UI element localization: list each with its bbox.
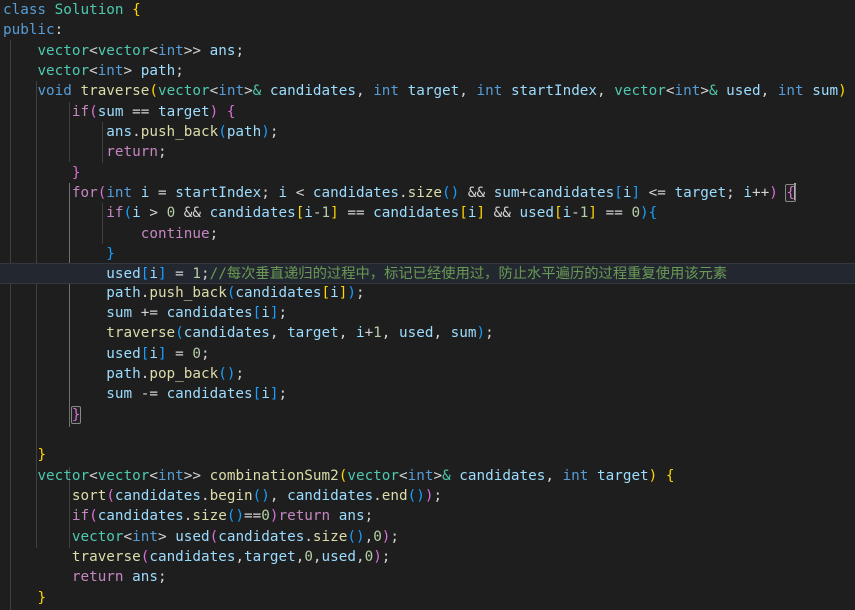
code-line-21[interactable]: } [0, 405, 855, 425]
variable-path: path [140, 62, 176, 79]
type-vector: vector [37, 467, 90, 484]
param-candidates: candidates [269, 83, 356, 100]
variable-sum: sum [97, 103, 124, 120]
function-traverse: traverse [80, 83, 150, 100]
code-line-26[interactable]: if(candidates.size()==0)return ans; [0, 506, 855, 526]
variable-used: used [175, 528, 210, 545]
keyword-void: void [37, 83, 72, 100]
variable-path: path [106, 365, 141, 382]
type-vector: vector [157, 83, 210, 100]
keyword-public: public [3, 22, 55, 39]
keyword-return: return [106, 144, 158, 161]
brace-close: } [106, 245, 115, 262]
type-vector: vector [37, 62, 90, 79]
variable-path: path [226, 123, 262, 140]
keyword-int: int [157, 42, 184, 59]
code-line-24[interactable]: vector<vector<int>> combinationSum2(vect… [0, 466, 855, 486]
keyword-continue: continue [140, 225, 210, 242]
function-size: size [312, 528, 348, 545]
function-begin: begin [209, 487, 253, 504]
type-solution: Solution [54, 2, 124, 18]
code-line-5[interactable]: void traverse(vector<int>& candidates, i… [0, 81, 855, 101]
code-line-25[interactable]: sort(candidates.begin(), candidates.end(… [0, 486, 855, 506]
matching-bracket-close: } [70, 405, 82, 424]
code-line-19[interactable]: path.pop_back(); [0, 364, 855, 384]
code-line-13[interactable]: } [0, 244, 855, 264]
code-editor[interactable]: class Solution { public: vector<vector<i… [0, 0, 855, 610]
code-line-28[interactable]: traverse(candidates,target,0,used,0); [0, 547, 855, 567]
code-line-22-empty[interactable] [0, 425, 855, 445]
variable-used: used [106, 266, 141, 283]
code-line-20[interactable]: sum -= candidates[i]; [0, 384, 855, 404]
code-line-9[interactable]: } [0, 163, 855, 183]
code-lines[interactable]: class Solution { public: vector<vector<i… [0, 0, 855, 610]
code-line-7[interactable]: ans.push_back(path); [0, 122, 855, 142]
function-push-back: push_back [140, 123, 219, 140]
variable-ans: ans [106, 123, 133, 140]
function-traverse-call: traverse [71, 548, 141, 565]
keyword-if: if [71, 103, 90, 120]
code-line-3[interactable]: vector<vector<int>> ans; [0, 41, 855, 61]
code-line-2[interactable]: public: [0, 20, 855, 40]
brace-close: } [37, 589, 47, 606]
keyword-for: for [71, 184, 98, 201]
text-cursor [794, 182, 797, 200]
function-combinationsum2: combinationSum2 [209, 467, 339, 484]
param-sum: sum [812, 83, 839, 100]
param-target: target [407, 83, 460, 100]
keyword-if: if [71, 508, 90, 525]
variable-used: used [106, 345, 141, 362]
function-sort: sort [71, 487, 107, 504]
code-line-4[interactable]: vector<int> path; [0, 61, 855, 81]
variable-sum: sum [106, 386, 133, 403]
variable-ans: ans [132, 569, 158, 586]
code-line-11[interactable]: if(i > 0 && candidates[i-1] == candidate… [0, 203, 855, 223]
param-startindex: startIndex [510, 83, 598, 100]
brace-close: } [37, 447, 47, 464]
function-push-back: push_back [149, 284, 227, 301]
code-line-6[interactable]: if(sum == target) { [0, 102, 855, 122]
variable-sum: sum [106, 304, 133, 321]
variable-path: path [106, 284, 141, 301]
code-line-12[interactable]: continue; [0, 224, 855, 244]
colon: : [54, 22, 64, 39]
keyword-if: if [106, 205, 124, 222]
type-vector: vector [71, 528, 124, 545]
code-line-27[interactable]: vector<int> used(candidates.size(),0); [0, 527, 855, 547]
code-line-18[interactable]: used[i] = 0; [0, 344, 855, 364]
function-end: end [381, 487, 408, 504]
function-traverse-call: traverse [106, 325, 176, 342]
variable-ans: ans [209, 42, 236, 59]
code-line-14-current[interactable]: used[i] = 1;//每次垂直递归的过程中，标记已经使用过，防止水平遍历的… [0, 263, 855, 284]
keyword-int: int [97, 62, 124, 79]
code-line-30[interactable]: } [0, 588, 855, 608]
param-used: used [726, 83, 761, 100]
param-target: target [597, 467, 649, 484]
variable-target: target [157, 103, 210, 120]
code-line-1[interactable]: class Solution { [0, 0, 855, 20]
code-line-10[interactable]: for(int i = startIndex; i < candidates.s… [0, 182, 855, 203]
code-line-15[interactable]: path.push_back(candidates[i]); [0, 283, 855, 303]
code-line-17[interactable]: traverse(candidates, target, i+1, used, … [0, 323, 855, 343]
keyword-class: class [3, 2, 47, 18]
code-line-16[interactable]: sum += candidates[i]; [0, 303, 855, 323]
function-size: size [407, 184, 443, 201]
keyword-return: return [71, 569, 124, 586]
code-line-23[interactable]: } [0, 445, 855, 465]
param-candidates: candidates [459, 467, 546, 484]
brace-close: } [71, 164, 81, 181]
type-vector-inner: vector [97, 42, 150, 59]
inline-comment: //每次垂直递归的过程中，标记已经使用过，防止水平遍历的过程重复使用该元素 [209, 266, 728, 283]
brace-open: { [132, 2, 141, 18]
code-line-8[interactable]: return; [0, 142, 855, 162]
keyword-return: return [278, 508, 331, 525]
function-pop-back: pop_back [149, 365, 219, 382]
function-size: size [192, 508, 227, 525]
type-vector: vector [37, 42, 90, 59]
code-line-29[interactable]: return ans; [0, 567, 855, 587]
